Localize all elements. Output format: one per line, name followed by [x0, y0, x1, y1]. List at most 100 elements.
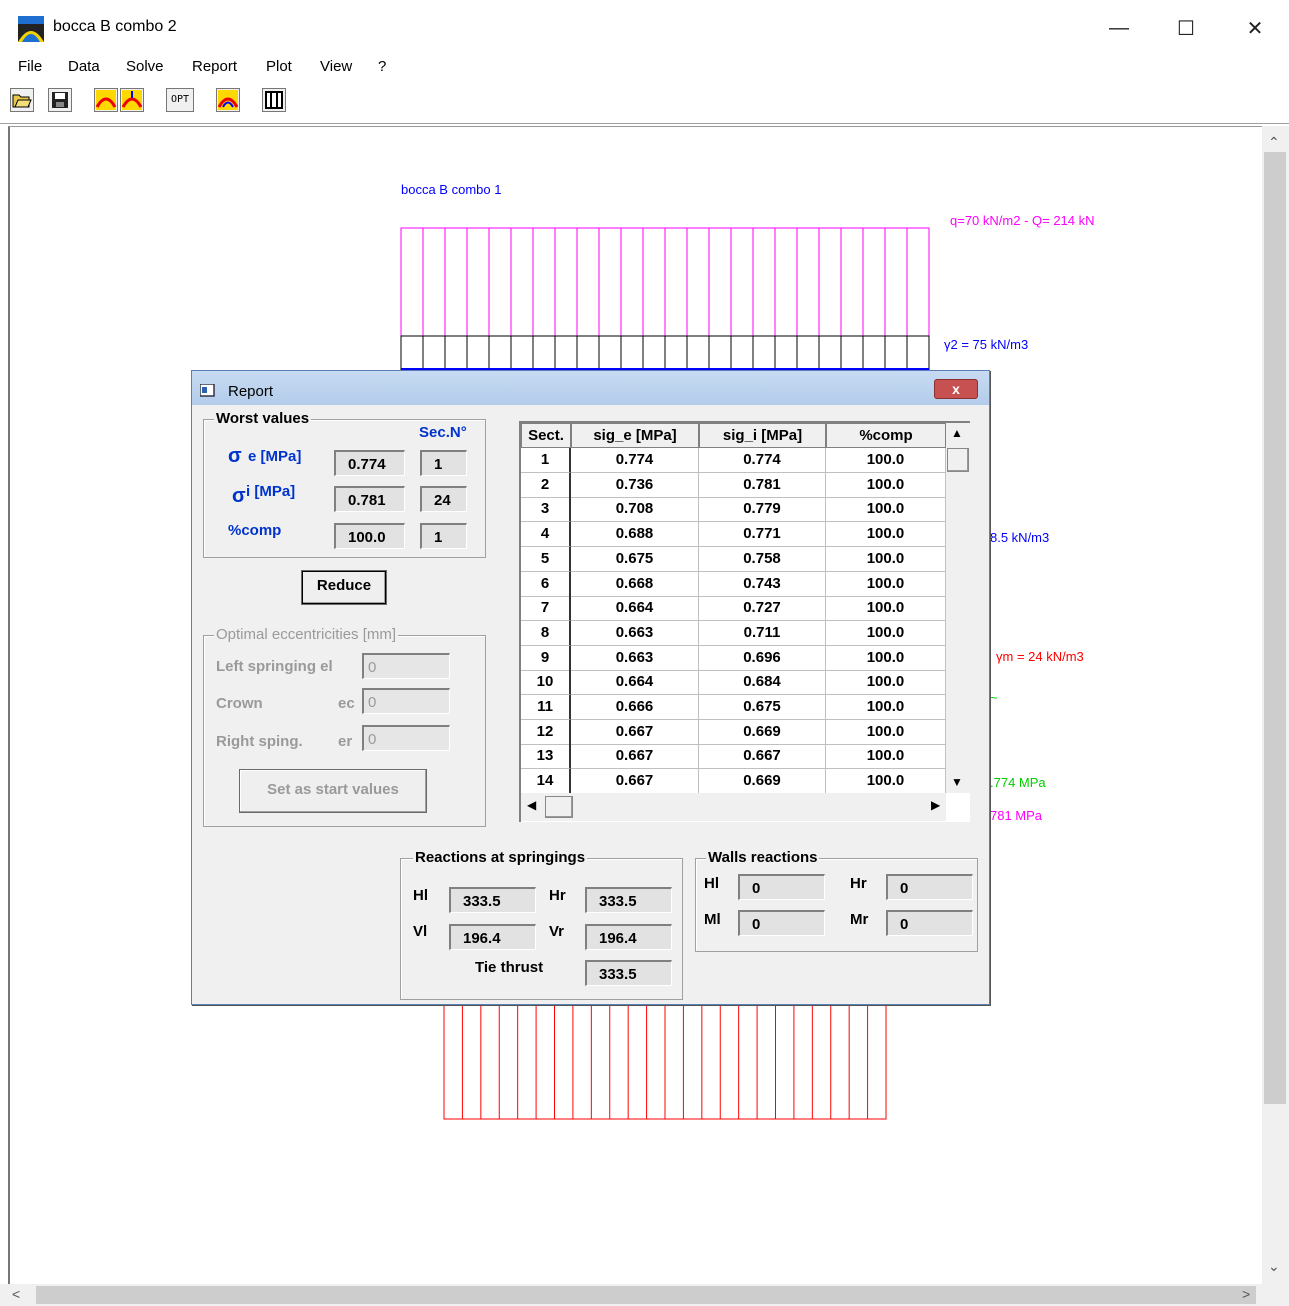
cell-sig-e: 0.708	[571, 497, 699, 523]
cell-sig-e: 0.666	[571, 695, 699, 720]
cell-comp: 100.0	[826, 497, 946, 523]
cell-comp: 100.0	[826, 546, 946, 572]
cell-comp: 100.0	[826, 448, 946, 473]
cell-comp: 100.0	[826, 645, 946, 671]
worst-sig-i-sec: 24	[420, 486, 467, 512]
cell-sect: 4	[521, 522, 571, 548]
cell-sig-i: 0.743	[699, 571, 826, 597]
green-tick: ~	[990, 690, 998, 705]
worst-sig-i-value: 0.781	[334, 486, 405, 512]
reactions-label: Reactions at springings	[413, 849, 588, 866]
sig-i-label: i [MPa]	[246, 483, 296, 500]
table-scroll-left-icon[interactable]: ◀	[527, 798, 536, 812]
cell-sect: 7	[521, 596, 571, 622]
crown-label: Crown	[216, 695, 263, 712]
cell-sig-e: 0.667	[571, 744, 699, 770]
cell-sect: 11	[521, 695, 571, 720]
table-vscroll[interactable]	[946, 423, 970, 793]
cell-sig-i: 0.711	[699, 620, 826, 646]
vertical-scroll-thumb[interactable]	[1264, 152, 1286, 1104]
worst-values-label: Worst values	[214, 410, 312, 427]
cell-sect: 8	[521, 620, 571, 646]
cell-sig-e: 0.774	[571, 448, 699, 473]
sig-e-label: e [MPa]	[248, 448, 302, 465]
walls-hl-value: 0	[738, 874, 825, 900]
vl-value: 196.4	[449, 924, 536, 950]
cell-sig-i: 0.771	[699, 522, 826, 548]
sig-i-drawing-label: 781 MPa	[990, 808, 1043, 823]
vl-label: Vl	[413, 923, 428, 940]
worst-comp-value: 100.0	[334, 523, 405, 549]
reduce-button[interactable]: Reduce	[301, 570, 387, 605]
col-header-sect[interactable]: Sect.	[521, 423, 571, 448]
cell-comp: 100.0	[826, 620, 946, 646]
cell-sig-e: 0.663	[571, 620, 699, 646]
hr-value: 333.5	[585, 887, 672, 913]
right-springing-label: Right sping.	[216, 733, 303, 750]
worst-values-group: Worst values Sec.N° σ e [MPa] 0.774 1 σ …	[203, 410, 486, 558]
table-vscroll-thumb[interactable]	[947, 448, 969, 472]
cell-sig-i: 0.774	[699, 448, 826, 473]
col-header-sig-e[interactable]: sig_e [MPa]	[571, 423, 699, 448]
sigma-i-symbol: σ	[232, 485, 246, 507]
walls-ml-value: 0	[738, 910, 825, 936]
comp-label: %comp	[228, 522, 282, 539]
cell-sig-e: 0.664	[571, 670, 699, 696]
table-scroll-down-icon[interactable]: ▼	[951, 775, 963, 789]
reactions-group: Reactions at springings Hl 333.5 Hr 333.…	[400, 849, 683, 1000]
scroll-up-icon[interactable]: ⌃	[1268, 134, 1280, 151]
cell-sig-i: 0.696	[699, 645, 826, 671]
results-table[interactable]: Sect. sig_e [MPa] sig_i [MPa] %comp 1 0.7…	[519, 421, 970, 822]
set-start-values-button[interactable]: Set as start values	[239, 769, 427, 813]
drawing-title: bocca B combo 1	[401, 182, 502, 197]
cell-sig-e: 0.736	[571, 472, 699, 498]
table-hscroll-thumb[interactable]	[545, 796, 573, 818]
cell-sect: 1	[521, 448, 571, 473]
cell-sect: 12	[521, 719, 571, 745]
scroll-down-icon[interactable]: ⌄	[1268, 1258, 1280, 1275]
cell-sig-e: 0.663	[571, 645, 699, 671]
cell-sect: 13	[521, 744, 571, 770]
cell-sig-i: 0.667	[699, 744, 826, 770]
walls-reactions-label: Walls reactions	[706, 849, 820, 866]
cell-comp: 100.0	[826, 769, 946, 795]
cell-sig-i: 0.669	[699, 769, 826, 795]
cell-sig-i: 0.779	[699, 497, 826, 523]
cell-sect: 10	[521, 670, 571, 696]
gamma2-label: γ2 = 75 kN/m3	[944, 337, 1029, 352]
walls-hr-value: 0	[886, 874, 973, 900]
cell-comp: 100.0	[826, 571, 946, 597]
sig-e-drawing-label: .774 MPa	[990, 775, 1046, 790]
col-header-comp[interactable]: %comp	[826, 423, 946, 448]
crown-field[interactable]: 0	[362, 688, 450, 714]
cell-sig-i: 0.669	[699, 719, 826, 745]
hr-label: Hr	[549, 887, 566, 904]
report-window-small-icon	[200, 384, 215, 397]
table-hscroll[interactable]	[521, 793, 946, 821]
cell-sig-e: 0.668	[571, 571, 699, 597]
load-label: q=70 kN/m2 - Q= 214 kN	[950, 213, 1095, 228]
cell-sig-i: 0.684	[699, 670, 826, 696]
cell-sig-i: 0.758	[699, 546, 826, 572]
horizontal-scroll-thumb[interactable]	[36, 1286, 1256, 1304]
crown-suffix: ec	[338, 695, 355, 712]
worst-comp-sec: 1	[420, 523, 467, 549]
cell-sig-i: 0.675	[699, 695, 826, 720]
cell-comp: 100.0	[826, 522, 946, 548]
scroll-left-icon[interactable]: <	[12, 1286, 20, 1302]
cell-comp: 100.0	[826, 719, 946, 745]
dialog-close-button[interactable]: x	[934, 379, 978, 399]
scroll-right-icon[interactable]: >	[1242, 1286, 1250, 1302]
col-header-sig-i[interactable]: sig_i [MPa]	[699, 423, 826, 448]
cell-sig-e: 0.667	[571, 769, 699, 795]
worst-sig-e-sec: 1	[420, 450, 467, 476]
table-scroll-up-icon[interactable]: ▲	[951, 426, 963, 440]
sec-n-header: Sec.N°	[419, 424, 467, 441]
left-springing-field[interactable]: 0	[362, 653, 450, 679]
right-springing-field[interactable]: 0	[362, 725, 450, 751]
table-scroll-right-icon[interactable]: ▶	[931, 798, 940, 812]
cell-comp: 100.0	[826, 744, 946, 770]
walls-ml-label: Ml	[704, 911, 721, 928]
vr-label: Vr	[549, 923, 565, 940]
gammam-label: γm = 24 kN/m3	[996, 649, 1084, 664]
